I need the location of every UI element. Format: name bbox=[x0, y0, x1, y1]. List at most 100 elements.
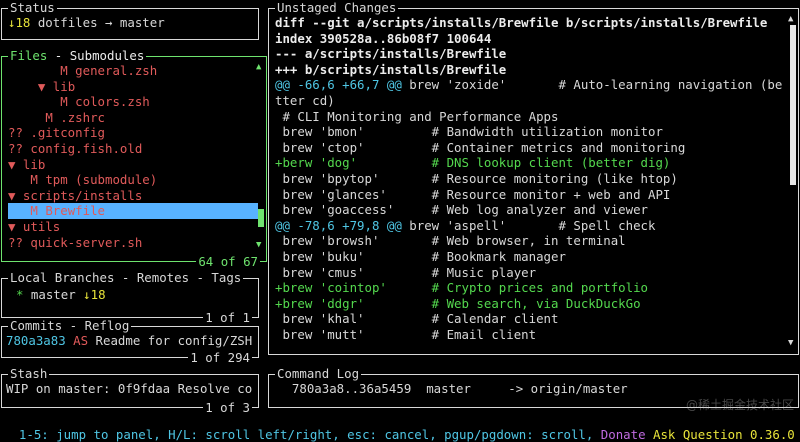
diff-line: +brew 'ddgr' # Web search, via DuckDuckG… bbox=[275, 296, 641, 312]
diff-line: +++ b/scripts/installs/Brewfile bbox=[275, 62, 506, 78]
file-tree-item[interactable]: M Brewfile bbox=[8, 203, 258, 219]
file-tree-item[interactable]: ▼ lib bbox=[8, 157, 45, 173]
file-tree-indent bbox=[8, 110, 45, 125]
diff-line-text: brew 'cmus' # Music player bbox=[275, 264, 537, 280]
status-repo: dotfiles → master bbox=[30, 15, 165, 30]
diff-line-text: @@ -66,6 +66,7 @@ bbox=[275, 77, 402, 93]
diff-line-text: brew 'goaccess' # Web log analyzer and v… bbox=[275, 202, 648, 218]
diff-line: diff --git a/scripts/installs/Brewfile b… bbox=[275, 15, 767, 31]
diff-line-text: +++ b/scripts/installs/Brewfile bbox=[275, 61, 507, 77]
file-name: lib bbox=[45, 78, 76, 94]
file-status-marker: ?? bbox=[8, 234, 23, 250]
file-tree-item[interactable]: M .zshrc bbox=[8, 110, 105, 126]
file-tree-indent bbox=[8, 79, 38, 94]
file-tree-indent bbox=[8, 63, 60, 78]
file-tree-item[interactable]: ▼ scripts/installs bbox=[8, 188, 142, 204]
diff-line: +brew 'cointop' # Crypto prices and port… bbox=[275, 280, 648, 296]
commits-footer: 1 of 294 bbox=[188, 350, 252, 365]
files-scrollbar[interactable]: ▲ ▼ bbox=[256, 63, 264, 253]
tab-commits[interactable]: Commits bbox=[10, 318, 62, 333]
file-tree-item[interactable]: ?? quick-server.sh bbox=[8, 235, 142, 251]
file-name: lib bbox=[15, 156, 46, 172]
commits-panel[interactable]: Commits - Reflog 780a3a83 AS Readme for … bbox=[1, 318, 259, 365]
branch-ahead: ↓18 bbox=[83, 287, 106, 302]
diff-line: brew 'ctop' # Container metrics and moni… bbox=[275, 140, 685, 156]
file-name: utils bbox=[15, 219, 61, 234]
stash-panel[interactable]: Stash WIP on master: 0f9fdaa Resolve co … bbox=[1, 366, 259, 415]
file-name: colors.zsh bbox=[67, 94, 150, 110]
diff-panel[interactable]: Unstaged Changes diff --git a/scripts/in… bbox=[268, 0, 799, 355]
status-row: ↓18 dotfiles → master bbox=[8, 15, 165, 31]
file-name: scripts/installs bbox=[15, 187, 143, 203]
stash-entry[interactable]: WIP on master: 0f9fdaa Resolve co bbox=[6, 381, 252, 397]
file-tree-item[interactable]: ?? config.fish.old bbox=[8, 141, 142, 157]
diff-line: brew 'bpytop' # Resource monitoring (lik… bbox=[275, 171, 677, 187]
scroll-up-arrow-icon[interactable]: ▲ bbox=[256, 63, 261, 72]
diff-line: +berw 'dog' # DNS lookup client (better … bbox=[275, 155, 670, 171]
diff-line-text: +brew 'cointop' # Crypto prices and port… bbox=[275, 280, 648, 296]
branches-panel[interactable]: Local Branches - Remotes - Tags * master… bbox=[1, 270, 259, 325]
diff-panel-title: Unstaged Changes bbox=[275, 0, 399, 15]
ask-question-link[interactable]: Ask Question bbox=[646, 427, 743, 442]
file-tree-indent bbox=[8, 94, 60, 109]
version-label: 0.36.0 bbox=[742, 427, 795, 442]
file-tree-item[interactable]: M general.zsh bbox=[8, 63, 157, 79]
stash-panel-title: Stash bbox=[8, 366, 50, 381]
file-name: tpm (submodule) bbox=[37, 172, 158, 188]
diff-line-text: brew 'glances' # Resource monitor + web … bbox=[275, 186, 671, 202]
status-panel-title: Status bbox=[8, 0, 57, 15]
file-tree-indent bbox=[8, 172, 30, 187]
command-log-title: Command Log bbox=[275, 366, 362, 381]
tab-remotes-tags[interactable]: - Remotes - Tags bbox=[114, 270, 241, 285]
file-name: Brewfile bbox=[37, 203, 105, 219]
diff-hunk-context: brew 'aspell' # Spell check bbox=[401, 217, 656, 233]
tab-submodules[interactable]: Submodules bbox=[70, 48, 145, 63]
diff-line: # CLI Monitoring and Performance Apps bbox=[275, 109, 558, 125]
scrollbar-thumb[interactable] bbox=[258, 209, 264, 227]
diff-scrollbar-thumb[interactable] bbox=[790, 25, 796, 185]
diff-scroll-up-arrow-icon[interactable]: ▲ bbox=[788, 15, 793, 24]
file-name: general.zsh bbox=[67, 63, 158, 78]
tab-files[interactable]: Files bbox=[10, 48, 47, 63]
branch-row[interactable]: * master ↓18 bbox=[16, 287, 106, 303]
files-panel[interactable]: Files - Submodules M general.zsh ▼ lib M… bbox=[1, 48, 267, 269]
watermark: @稀土掘金技术社区 bbox=[685, 398, 794, 412]
diff-scrollbar[interactable]: ▲ ▼ bbox=[788, 15, 796, 349]
diff-line: @@ -78,6 +79,8 @@ brew 'aspell' # Spell … bbox=[275, 218, 655, 234]
diff-line-text: brew 'buku' # Bookmark manager bbox=[275, 249, 566, 264]
diff-line: brew 'browsh' # Web browser, in terminal bbox=[275, 233, 625, 249]
diff-line: --- a/scripts/installs/Brewfile bbox=[275, 46, 506, 62]
file-status-marker: M bbox=[60, 94, 68, 110]
command-log-entry: 780a3a8..36a5459 master -> origin/master bbox=[277, 381, 628, 396]
diff-scroll-down-arrow-icon[interactable]: ▼ bbox=[788, 339, 793, 348]
file-status-marker: ?? bbox=[8, 141, 23, 156]
branches-panel-title: Local Branches - Remotes - Tags bbox=[8, 270, 244, 285]
file-tree-item[interactable]: ▼ lib bbox=[8, 79, 75, 95]
tab-local-branches[interactable]: Local Branches bbox=[10, 270, 114, 285]
file-tree-item[interactable]: ?? .gitconfig bbox=[8, 125, 105, 141]
status-ahead: ↓18 bbox=[8, 15, 31, 30]
diff-line: tter cd) bbox=[275, 93, 335, 109]
file-tree-item[interactable]: ▼ utils bbox=[8, 219, 60, 235]
diff-line-text: brew 'mutt' # Email client bbox=[275, 327, 537, 342]
scroll-down-arrow-icon[interactable]: ▼ bbox=[256, 241, 261, 250]
diff-line-text: brew 'ctop' # Container metrics and moni… bbox=[275, 139, 686, 155]
file-tree-item[interactable]: M tpm (submodule) bbox=[8, 172, 157, 188]
file-status-marker: M bbox=[30, 172, 38, 188]
tab-reflog[interactable]: - Reflog bbox=[62, 318, 130, 333]
diff-line-text: @@ -78,6 +79,8 @@ bbox=[275, 217, 402, 233]
diff-line: brew 'glances' # Resource monitor + web … bbox=[275, 187, 670, 203]
diff-line-text: +berw 'dog' # DNS lookup client (better … bbox=[275, 155, 671, 171]
diff-line: brew 'goaccess' # Web log analyzer and v… bbox=[275, 202, 648, 218]
commit-row[interactable]: 780a3a83 AS Readme for config/ZSH bbox=[6, 333, 252, 349]
file-status-marker: ?? bbox=[8, 125, 23, 141]
file-name: .gitconfig bbox=[22, 125, 105, 141]
status-panel[interactable]: Status ↓18 dotfiles → master bbox=[1, 0, 259, 40]
donate-link[interactable]: Donate bbox=[593, 427, 646, 442]
diff-line-text: +brew 'ddgr' # Web search, via DuckDuckG… bbox=[275, 295, 641, 311]
file-tree-item[interactable]: M colors.zsh bbox=[8, 94, 150, 110]
diff-line: @@ -66,6 +66,7 @@ brew 'zoxide' # Auto-l… bbox=[275, 77, 782, 93]
diff-line: brew 'bmon' # Bandwidth utilization moni… bbox=[275, 124, 662, 140]
diff-line-text: diff --git a/scripts/installs/Brewfile b… bbox=[275, 15, 768, 30]
files-panel-title: Files - Submodules bbox=[8, 48, 147, 63]
